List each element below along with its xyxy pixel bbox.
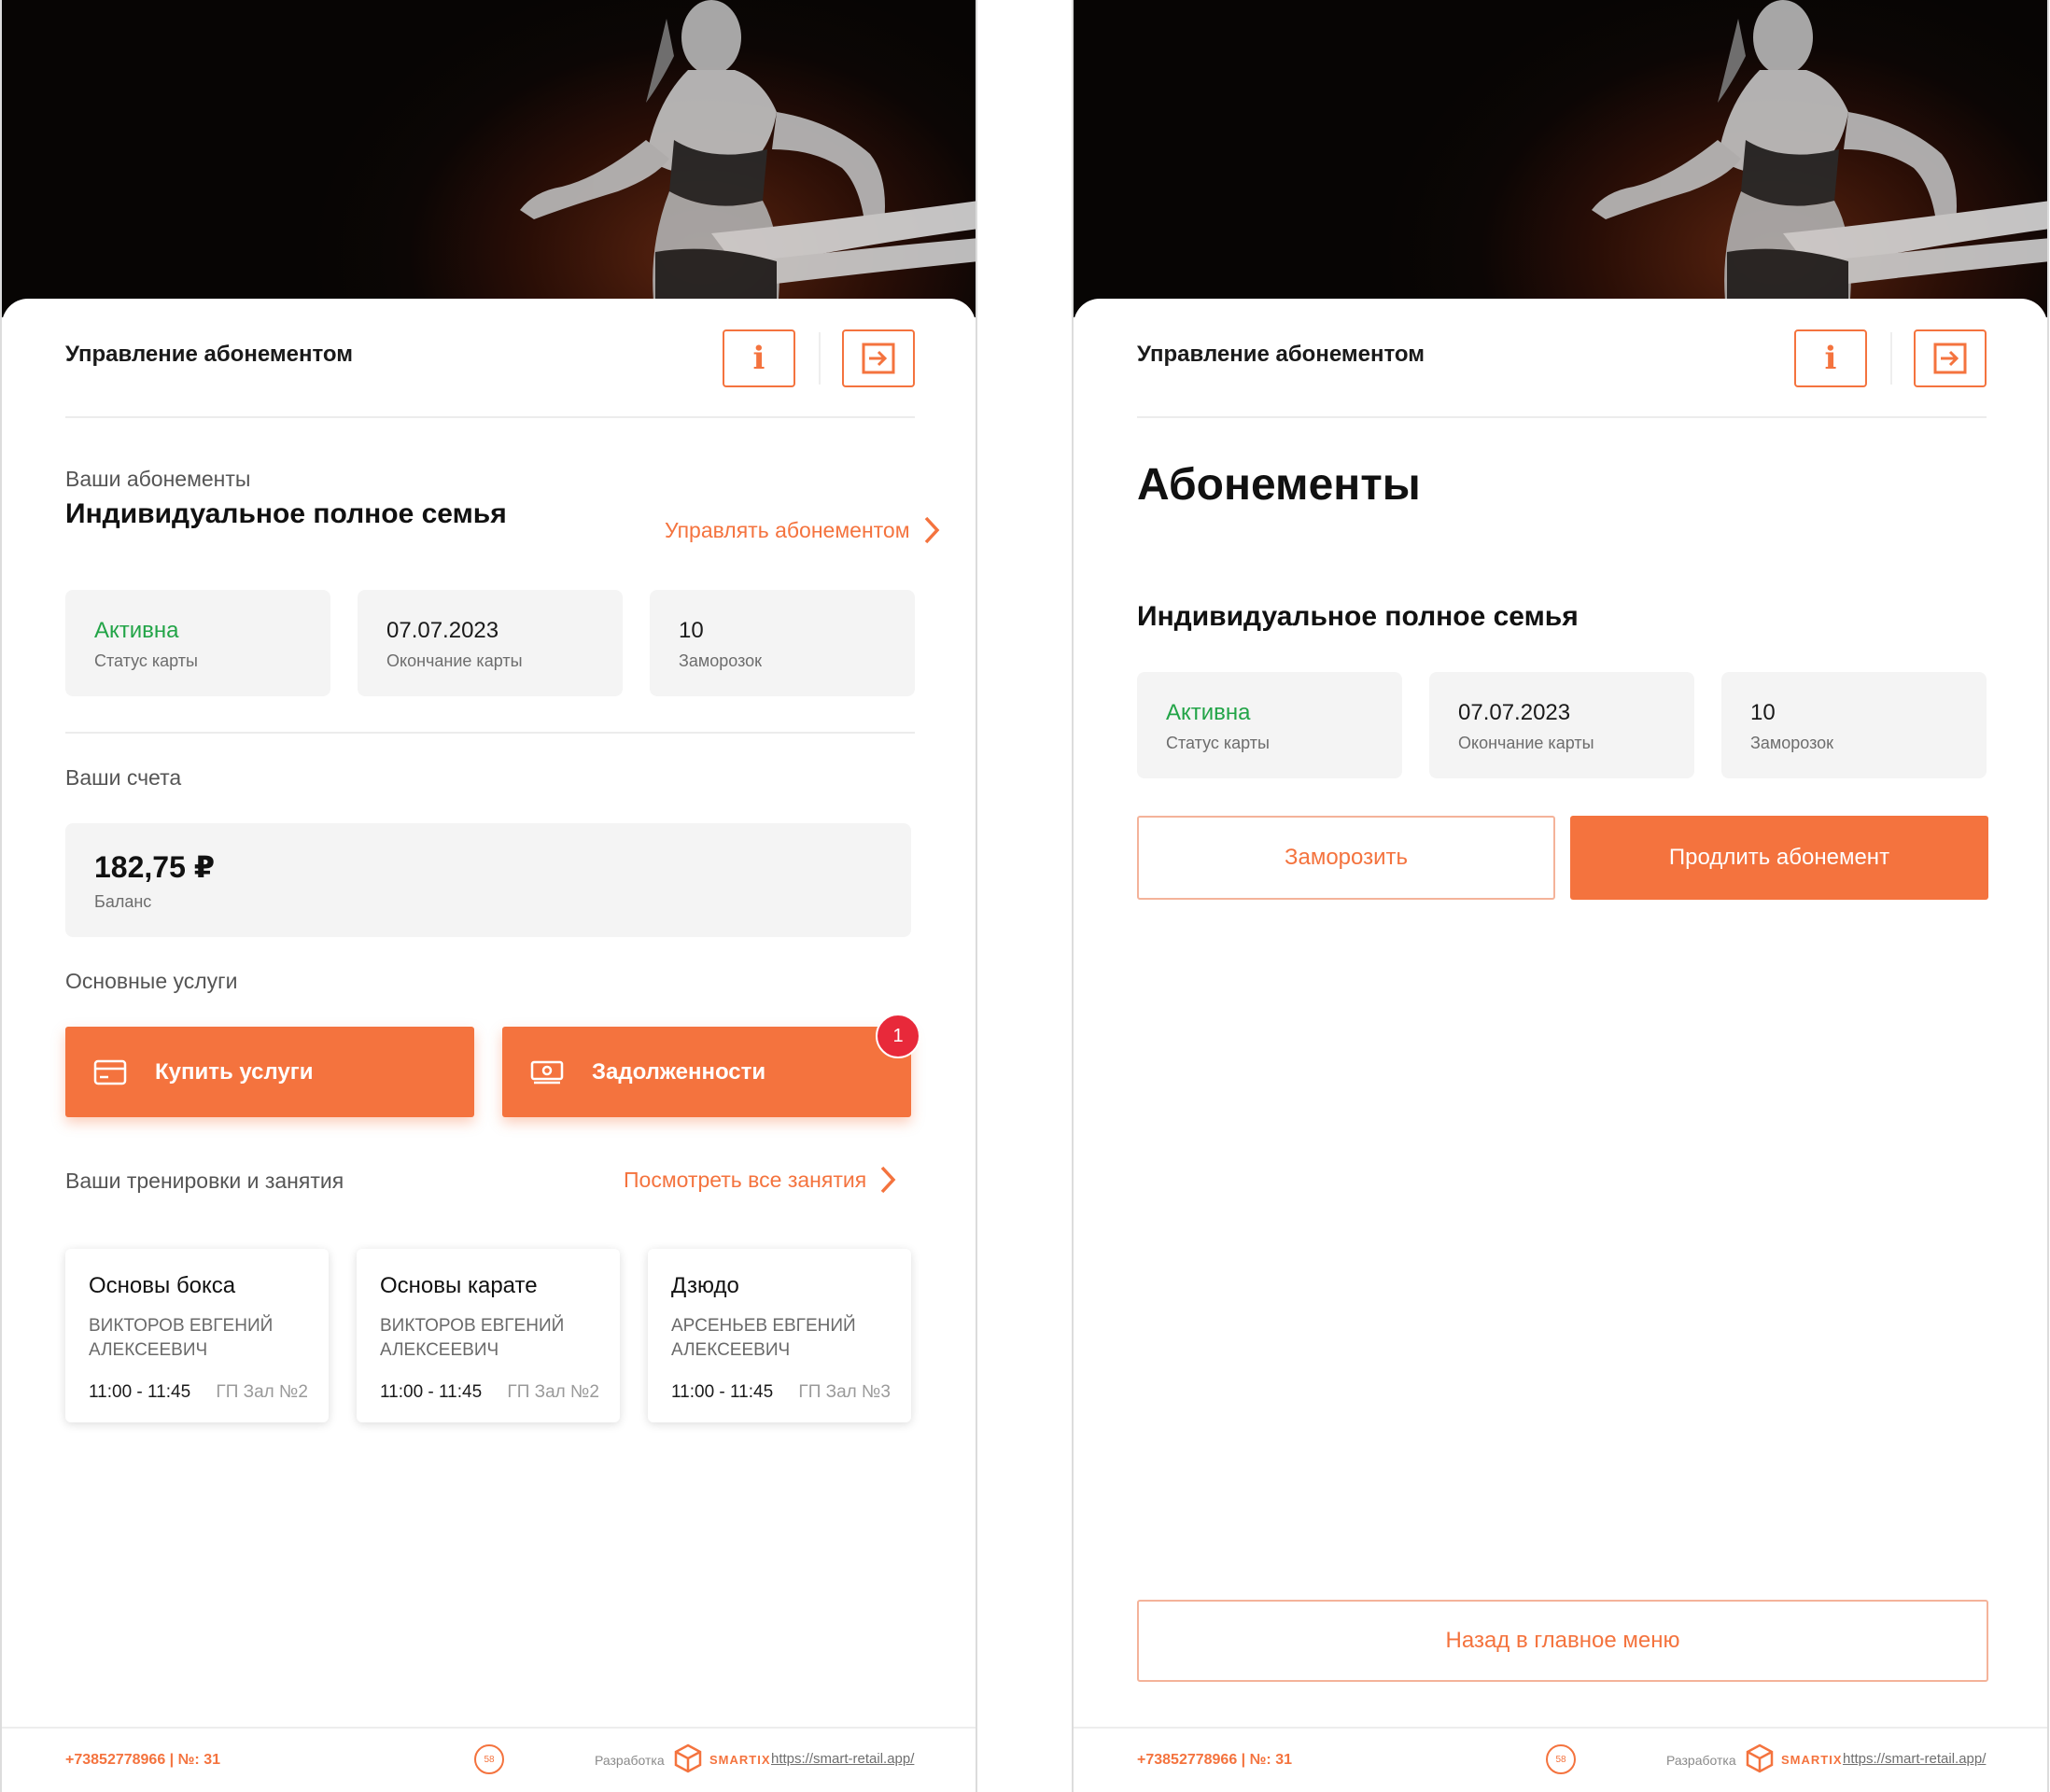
buy-services-button[interactable]: Купить услуги <box>65 1027 474 1117</box>
class-name: Основы бокса <box>89 1273 236 1298</box>
balance-amount: 182,75 ₽ <box>94 850 216 884</box>
class-coach: ВИКТОРОВ ЕВГЕНИЙ АЛЕКСЕЕВИЧ <box>380 1316 565 1360</box>
card-status-value: Активна <box>94 618 179 643</box>
class-time: 11:00 - 11:45 <box>89 1382 191 1402</box>
subscription-management-screen: Управление абонементом i Ваши абонементы… <box>0 0 977 1792</box>
freezes-label: Заморозок <box>1750 734 1834 752</box>
header-divider-line <box>1137 416 1987 418</box>
services-section-label: Основные услуги <box>65 969 238 993</box>
content-panel: Управление абонементом i Абонементы Инди… <box>1074 299 2047 1792</box>
freezes-tile: 10 Заморозок <box>650 590 915 696</box>
card-status-tile: Активна Статус карты <box>1137 672 1402 778</box>
freezes-value: 10 <box>1750 700 1776 725</box>
debts-button[interactable]: Задолженности <box>502 1027 911 1117</box>
card-status-label: Статус карты <box>1166 734 1270 752</box>
class-card[interactable]: Дзюдо АРСЕНЬЕВ ЕВГЕНИЙ АЛЕКСЕЕВИЧ 11:00 … <box>648 1249 911 1422</box>
page-title: Абонементы <box>1137 460 1421 510</box>
info-icon: i <box>752 340 765 377</box>
header-divider <box>819 332 821 385</box>
footer-number-badge: 58 <box>1546 1744 1576 1774</box>
class-name: Основы карате <box>380 1273 538 1298</box>
card-status-label: Статус карты <box>94 651 198 670</box>
back-to-main-menu-button[interactable]: Назад в главное меню <box>1137 1600 1988 1682</box>
class-room: ГП Зал №2 <box>216 1382 308 1402</box>
athlete-illustration <box>1592 0 2047 317</box>
freezes-value: 10 <box>679 618 704 643</box>
subscriptions-screen: Управление абонементом i Абонементы Инди… <box>1072 0 2049 1792</box>
info-button[interactable]: i <box>723 329 795 387</box>
exit-button[interactable] <box>842 329 915 387</box>
hero-image <box>1074 0 2047 317</box>
chevron-right-icon <box>924 516 939 544</box>
header-divider <box>1890 332 1892 385</box>
footer-phone: +73852778966 | №: 31 <box>65 1752 220 1768</box>
smartix-logo-icon <box>674 1743 702 1773</box>
footer-url-link[interactable]: https://smart-retail.app/ <box>1843 1751 1986 1767</box>
header-title: Управление абонементом <box>65 342 353 367</box>
class-coach: АРСЕНЬЕВ ЕВГЕНИЙ АЛЕКСЕЕВИЧ <box>671 1316 856 1360</box>
card-expiry-value: 07.07.2023 <box>386 618 499 643</box>
card-expiry-label: Окончание карты <box>386 651 523 670</box>
footer-phone: +73852778966 | №: 31 <box>1137 1752 1292 1768</box>
cash-icon <box>530 1059 564 1085</box>
class-card[interactable]: Основы бокса ВИКТОРОВ ЕВГЕНИЙ АЛЕКСЕЕВИЧ… <box>65 1249 329 1422</box>
smartix-logo-icon <box>1746 1743 1774 1773</box>
card-status-tile: Активна Статус карты <box>65 590 330 696</box>
class-name: Дзюдо <box>671 1273 739 1298</box>
header-title: Управление абонементом <box>1137 342 1425 367</box>
debts-label: Задолженности <box>592 1058 766 1085</box>
content-panel: Управление абонементом i Ваши абонементы… <box>2 299 976 1792</box>
footer-dev-label: Разработка <box>595 1753 665 1768</box>
freeze-button[interactable]: Заморозить <box>1137 816 1555 900</box>
footer-brand: SMARTIX <box>1781 1753 1843 1767</box>
class-room: ГП Зал №2 <box>507 1382 599 1402</box>
class-room: ГП Зал №3 <box>798 1382 891 1402</box>
footer-divider <box>1074 1727 2047 1729</box>
class-card[interactable]: Основы карате ВИКТОРОВ ЕВГЕНИЙ АЛЕКСЕЕВИ… <box>357 1249 620 1422</box>
footer-brand: SMARTIX <box>709 1753 771 1767</box>
card-expiry-label: Окончание карты <box>1458 734 1594 752</box>
chevron-right-icon <box>880 1166 896 1194</box>
exit-button[interactable] <box>1914 329 1987 387</box>
subscriptions-section-label: Ваши абонементы <box>65 467 251 491</box>
class-coach: ВИКТОРОВ ЕВГЕНИЙ АЛЕКСЕЕВИЧ <box>89 1316 274 1360</box>
plan-name: Индивидуальное полное семья <box>65 498 507 529</box>
footer-url-link[interactable]: https://smart-retail.app/ <box>771 1751 914 1767</box>
class-time: 11:00 - 11:45 <box>380 1382 483 1402</box>
athlete-illustration <box>520 0 976 317</box>
footer-number-badge: 58 <box>474 1744 504 1774</box>
exit-icon <box>862 343 895 374</box>
buy-services-label: Купить услуги <box>155 1058 314 1085</box>
header-divider-line <box>65 416 915 418</box>
card-expiry-value: 07.07.2023 <box>1458 700 1571 725</box>
card-expiry-tile: 07.07.2023 Окончание карты <box>1429 672 1694 778</box>
accounts-section-label: Ваши счета <box>65 765 182 790</box>
info-button[interactable]: i <box>1794 329 1867 387</box>
freezes-label: Заморозок <box>679 651 763 670</box>
footer-dev-label: Разработка <box>1666 1753 1736 1768</box>
view-all-classes-link[interactable]: Посмотреть все занятия <box>624 1165 896 1195</box>
view-all-classes-label: Посмотреть все занятия <box>624 1167 867 1192</box>
card-status-value: Активна <box>1166 700 1251 725</box>
extend-subscription-button[interactable]: Продлить абонемент <box>1570 816 1988 900</box>
section-divider <box>65 732 915 734</box>
plan-name: Индивидуальное полное семья <box>1137 601 1579 632</box>
manage-subscription-label: Управлять абонементом <box>665 517 910 542</box>
balance-label: Баланс <box>94 892 152 911</box>
classes-section-label: Ваши тренировки и занятия <box>65 1169 344 1193</box>
class-time: 11:00 - 11:45 <box>671 1382 774 1402</box>
manage-subscription-link[interactable]: Управлять абонементом <box>665 515 940 545</box>
freezes-tile: 10 Заморозок <box>1721 672 1987 778</box>
debts-count-badge: 1 <box>876 1014 920 1058</box>
exit-icon <box>1933 343 1967 374</box>
card-expiry-tile: 07.07.2023 Окончание карты <box>358 590 623 696</box>
credit-card-icon <box>93 1059 127 1085</box>
info-icon: i <box>1824 340 1837 377</box>
balance-card: 182,75 ₽ Баланс <box>65 823 911 937</box>
hero-image <box>2 0 976 317</box>
footer-divider <box>2 1727 976 1729</box>
